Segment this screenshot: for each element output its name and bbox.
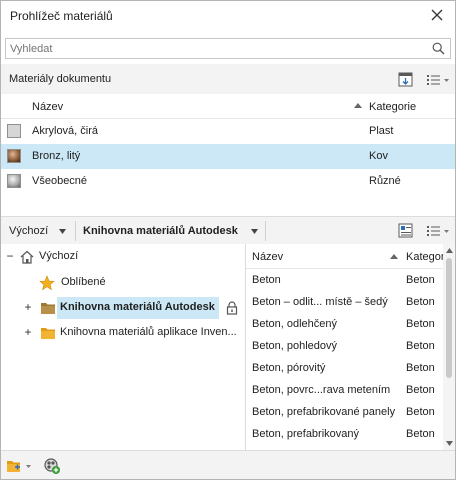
library-tree: − Výchozí Oblíbené + Knihovna materiálů … <box>1 244 245 450</box>
list-item-name: Beton, prefabrikovaný <box>252 428 360 440</box>
search-box[interactable] <box>5 38 451 59</box>
material-row[interactable]: Všeobecné Různé <box>1 169 455 194</box>
folder-icon <box>41 328 55 339</box>
list-item-category: Beton <box>406 428 435 440</box>
tree-node-inventor-library[interactable]: + Knihovna materiálů aplikace Inven... <box>1 322 245 344</box>
column-header-category[interactable]: Kategor <box>406 251 445 263</box>
toolbar-divider <box>75 221 76 241</box>
expand-icon[interactable]: + <box>23 325 33 339</box>
list-item-name: Beton, pohledový <box>252 340 338 352</box>
title-bar: Prohlížeč materiálů <box>1 1 455 31</box>
column-header-category[interactable]: Kategorie <box>369 101 416 113</box>
star-icon <box>39 275 55 291</box>
tree-node-label: Výchozí <box>39 250 79 262</box>
document-materials-title: Materiály dokumentu <box>9 73 112 85</box>
list-item-category: Beton <box>406 318 435 330</box>
list-item-category: Beton <box>406 340 435 352</box>
material-row[interactable]: Bronz, litý Kov <box>1 144 455 169</box>
scroll-up-icon[interactable] <box>446 248 453 253</box>
collapse-icon[interactable]: − <box>5 249 15 263</box>
expand-icon[interactable]: + <box>23 300 33 314</box>
sort-ascending-icon <box>354 103 362 108</box>
toolbar-divider <box>265 221 266 241</box>
close-button[interactable] <box>427 5 447 25</box>
list-item-category: Beton <box>406 406 435 418</box>
material-swatch <box>7 149 21 163</box>
column-header-name[interactable]: Název <box>32 101 63 113</box>
document-materials-header: Materiály dokumentu <box>1 64 455 94</box>
tree-node-favorites[interactable]: Oblíbené <box>1 272 245 294</box>
view-options-icon[interactable] <box>425 222 451 240</box>
chevron-down-icon[interactable] <box>251 229 258 234</box>
open-library-icon[interactable] <box>6 457 34 475</box>
window-title: Prohlížeč materiálů <box>10 9 113 23</box>
list-item[interactable]: Beton, prefabrikované panely Beton <box>246 401 443 423</box>
material-category: Kov <box>369 150 388 162</box>
list-item-category: Beton <box>406 384 435 396</box>
view-options-icon[interactable] <box>425 71 451 89</box>
material-swatch <box>7 124 21 138</box>
tree-node-label: Oblíbené <box>61 276 106 288</box>
list-item[interactable]: Beton, pórovitý Beton <box>246 357 443 379</box>
list-item[interactable]: Beton, pohledový Beton <box>246 335 443 357</box>
list-item-name: Beton <box>252 274 281 286</box>
tree-node-autodesk-library[interactable]: + Knihovna materiálů Autodesk <box>1 297 245 319</box>
list-item[interactable]: Beton, prefabrikovaný Beton <box>246 423 443 445</box>
default-library-dropdown[interactable]: Výchozí <box>9 225 48 237</box>
list-item-category: Beton <box>406 296 435 308</box>
list-item[interactable]: Beton Beton <box>246 269 443 291</box>
list-item[interactable]: Beton – odlit... místě – šedý Beton <box>246 291 443 313</box>
list-item-name: Beton – odlit... místě – šedý <box>252 296 388 308</box>
document-column-headers: Název Kategorie <box>1 94 455 119</box>
column-header-name[interactable]: Název <box>252 251 283 263</box>
library-material-list: Název Kategor Beton Beton Beton – odlit.… <box>245 244 455 450</box>
material-category: Různé <box>369 175 401 187</box>
list-item-name: Beton, povrc...rava metením <box>252 384 391 396</box>
list-item-category: Beton <box>406 274 435 286</box>
material-name: Všeobecné <box>32 175 88 187</box>
scrollbar-thumb[interactable] <box>446 258 452 378</box>
list-item[interactable]: Beton, povrc...rava metením Beton <box>246 379 443 401</box>
folder-icon <box>41 303 55 314</box>
tree-node-label: Knihovna materiálů aplikace Inven... <box>60 326 237 338</box>
home-icon <box>20 250 34 264</box>
tree-node-default[interactable]: − Výchozí <box>1 246 245 268</box>
close-icon <box>431 9 443 21</box>
material-row[interactable]: Akrylová, čirá Plast <box>1 119 455 144</box>
scroll-down-icon[interactable] <box>446 441 453 446</box>
sort-ascending-icon <box>390 254 398 259</box>
material-editor-icon[interactable] <box>43 457 61 475</box>
search-icon[interactable] <box>432 42 445 55</box>
lock-icon <box>226 301 238 315</box>
library-view-icon[interactable] <box>397 222 415 240</box>
library-toolbar: Výchozí Knihovna materiálů Autodesk <box>1 216 455 244</box>
list-item-category: Beton <box>406 362 435 374</box>
bottom-toolbar <box>1 450 455 479</box>
material-category: Plast <box>369 125 394 137</box>
vertical-scrollbar[interactable] <box>443 244 455 450</box>
search-input[interactable] <box>6 39 416 58</box>
material-name: Bronz, litý <box>32 150 81 162</box>
tree-node-label: Knihovna materiálů Autodesk <box>60 301 215 313</box>
create-material-icon[interactable] <box>397 71 415 89</box>
library-selector[interactable]: Knihovna materiálů Autodesk <box>83 225 238 237</box>
list-item-name: Beton, pórovitý <box>252 362 326 374</box>
material-swatch <box>7 174 21 188</box>
list-item-name: Beton, odlehčený <box>252 318 338 330</box>
material-browser-window: Prohlížeč materiálů Materiály dokumentu <box>0 0 456 480</box>
list-item[interactable]: Beton, odlehčený Beton <box>246 313 443 335</box>
list-item-name: Beton, prefabrikované panely <box>252 406 396 418</box>
library-list-header: Název Kategor <box>246 244 445 269</box>
material-name: Akrylová, čirá <box>32 125 99 137</box>
chevron-down-icon[interactable] <box>59 229 66 234</box>
